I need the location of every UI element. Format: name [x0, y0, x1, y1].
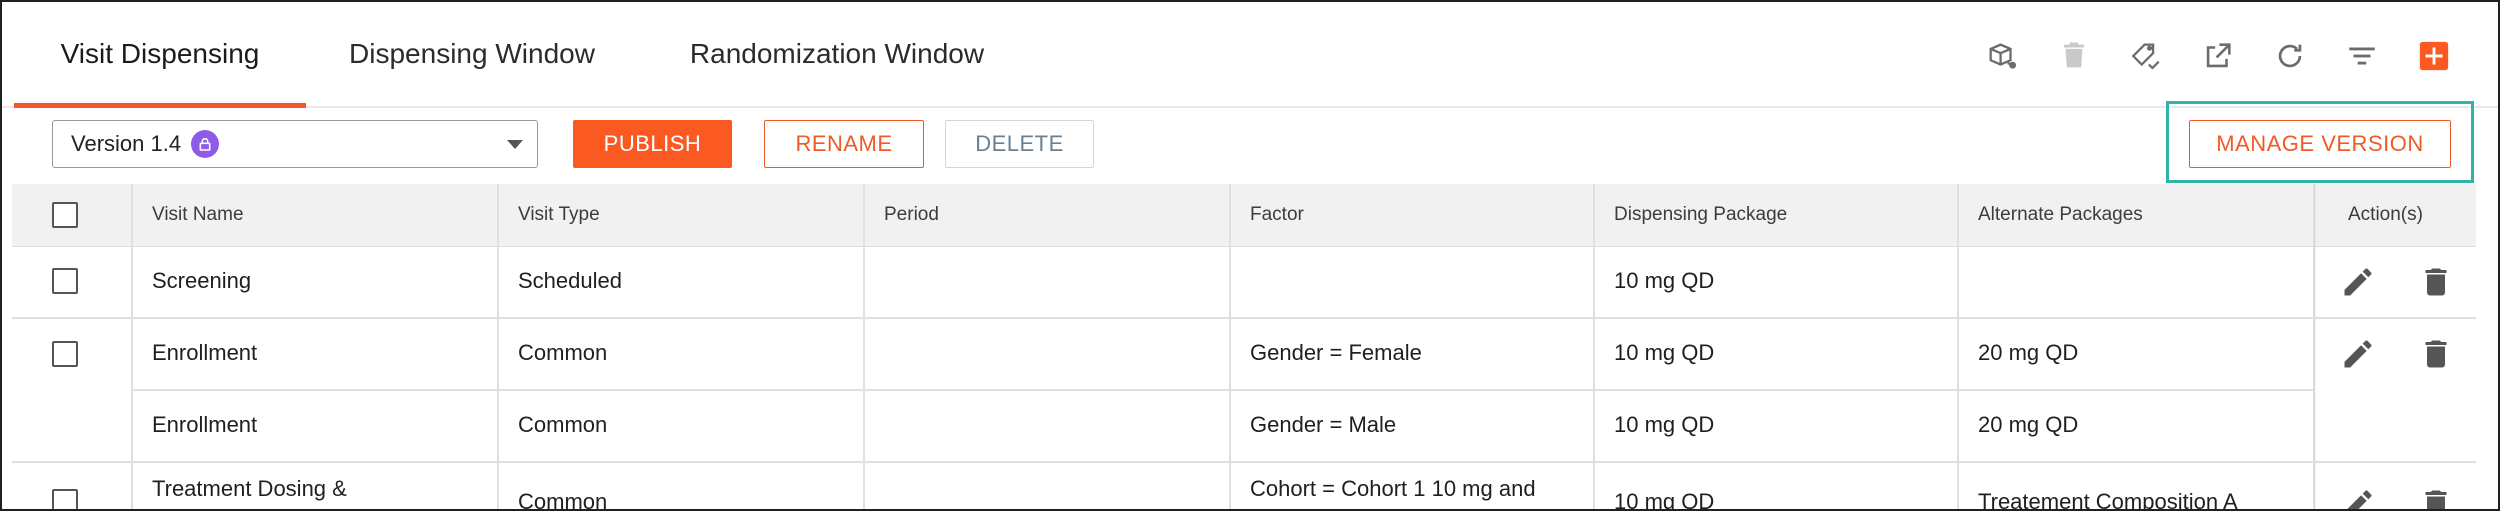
- refresh-icon[interactable]: [2270, 36, 2310, 76]
- select-all-checkbox[interactable]: [52, 202, 78, 228]
- row-checkbox[interactable]: [52, 341, 78, 367]
- row-checkbox[interactable]: [52, 268, 78, 294]
- column-header-visit-type[interactable]: Visit Type: [498, 184, 864, 246]
- cell-visit-type: Common: [518, 340, 608, 365]
- tab-randomization-window[interactable]: Randomization Window: [662, 2, 1012, 106]
- column-header-factor[interactable]: Factor: [1230, 184, 1594, 246]
- cell-dispensing-package: 10 mg QD: [1614, 489, 1715, 511]
- rename-button[interactable]: RENAME: [764, 120, 924, 168]
- cell-visit-name: Screening: [152, 268, 252, 293]
- cell-visit-name: Enrollment: [152, 340, 258, 365]
- app-window: Visit Dispensing Dispensing Window Rando…: [0, 0, 2500, 511]
- cell-alternate-packages: 20 mg QD: [1978, 412, 2079, 437]
- cell-alternate-packages: Treatement Composition A: [1978, 489, 2238, 511]
- lock-icon: [191, 130, 220, 158]
- table-header: Visit Name Visit Type Period Factor Disp…: [12, 184, 2476, 247]
- cell-factor: Gender = Female: [1250, 340, 1422, 365]
- edit-icon[interactable]: [2340, 336, 2376, 372]
- cell-factor: Gender = Male: [1250, 412, 1397, 437]
- tab-visit-dispensing[interactable]: Visit Dispensing: [14, 2, 306, 108]
- delete-button[interactable]: DELETE: [945, 120, 1094, 168]
- open-external-icon[interactable]: [2198, 36, 2238, 76]
- cell-dispensing-package: 10 mg QD: [1614, 340, 1715, 365]
- column-header-actions: Action(s): [2348, 204, 2423, 225]
- chevron-down-icon: [507, 140, 523, 149]
- cell-factor: Cohort = Cohort 1 10 mg and: [1250, 476, 1536, 501]
- box-share-icon[interactable]: [1982, 36, 2022, 76]
- column-header-alternate-packages[interactable]: Alternate Packages: [1958, 184, 2324, 246]
- edit-icon[interactable]: [2340, 264, 2376, 300]
- cell-alternate-packages: 20 mg QD: [1978, 340, 2079, 365]
- cell-visit-name: Enrollment: [152, 412, 258, 437]
- column-header-dispensing-package[interactable]: Dispensing Package: [1594, 184, 1958, 246]
- row-divider: [131, 389, 2314, 391]
- row-divider: [12, 461, 2476, 463]
- row-checkbox[interactable]: [52, 489, 78, 509]
- tab-bar: Visit Dispensing Dispensing Window Rando…: [2, 2, 2498, 108]
- edit-icon[interactable]: [2340, 486, 2376, 509]
- trash-icon[interactable]: [2054, 36, 2094, 76]
- row-divider: [12, 317, 2476, 319]
- tab-dispensing-window[interactable]: Dispensing Window: [332, 2, 612, 106]
- filter-icon[interactable]: [2342, 36, 2382, 76]
- column-header-visit-name[interactable]: Visit Name: [132, 184, 498, 246]
- version-select-value: Version 1.4: [71, 131, 182, 156]
- delete-icon[interactable]: [2418, 336, 2454, 372]
- publish-button[interactable]: PUBLISH: [573, 120, 732, 168]
- column-header-period[interactable]: Period: [864, 184, 1230, 246]
- cell-visit-type: Common: [518, 489, 608, 511]
- version-select[interactable]: Version 1.4: [52, 120, 538, 168]
- delete-icon[interactable]: [2418, 486, 2454, 509]
- cell-visit-name: Treatment Dosing &: [152, 476, 347, 501]
- cell-visit-type: Scheduled: [518, 268, 622, 293]
- cell-dispensing-package: 10 mg QD: [1614, 412, 1715, 437]
- cell-dispensing-package: 10 mg QD: [1614, 268, 1715, 293]
- add-icon[interactable]: [2414, 36, 2454, 76]
- manage-version-button[interactable]: MANAGE VERSION: [2189, 120, 2451, 168]
- cell-visit-type: Common: [518, 412, 608, 437]
- tag-check-icon[interactable]: [2126, 36, 2166, 76]
- delete-icon[interactable]: [2418, 264, 2454, 300]
